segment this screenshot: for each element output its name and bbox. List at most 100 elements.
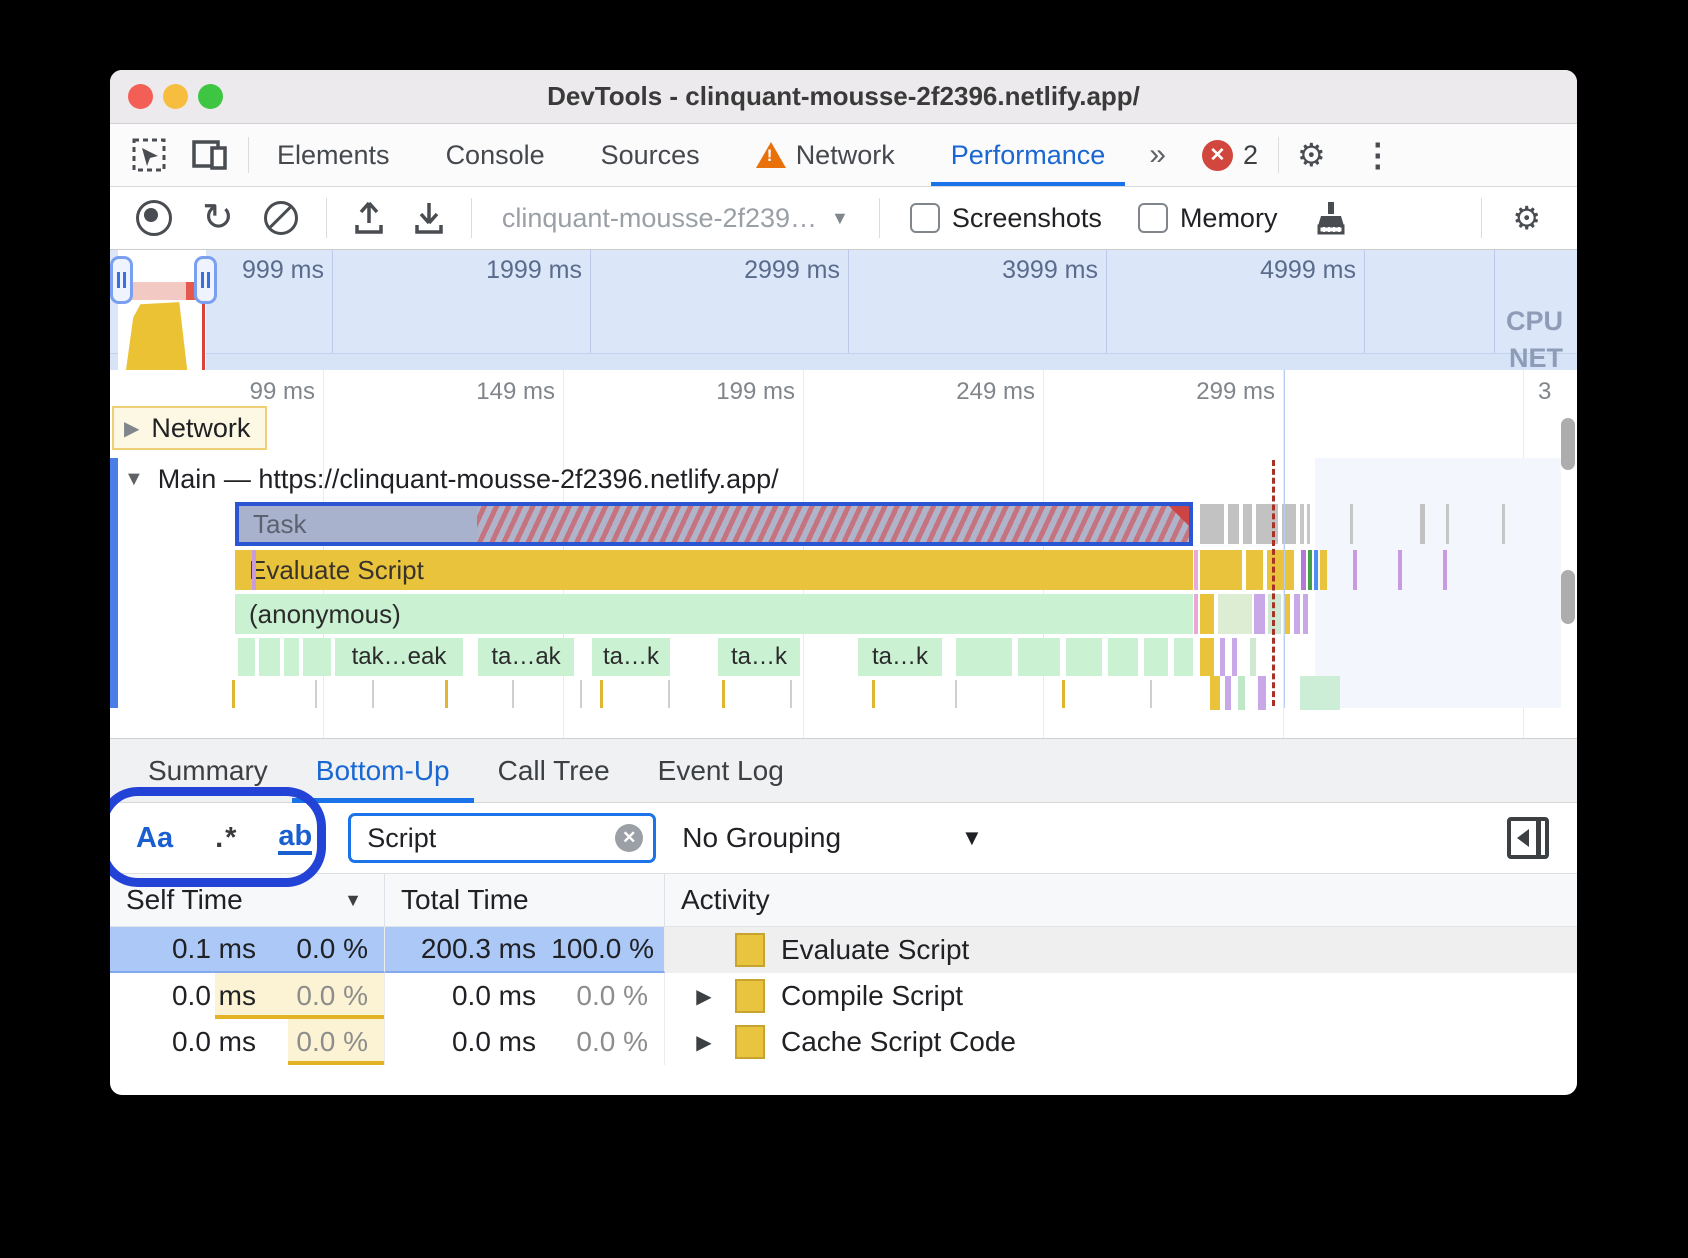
flame-segment[interactable] bbox=[1200, 550, 1242, 590]
tab-network[interactable]: Network bbox=[728, 125, 923, 186]
flame-chip[interactable] bbox=[284, 638, 299, 676]
main-track-header[interactable]: ▼ Main — https://clinquant-mousse-2f2396… bbox=[124, 464, 779, 495]
save-profile-icon[interactable] bbox=[413, 201, 445, 235]
overview-tick: 1999 ms bbox=[486, 256, 582, 284]
flame-chip[interactable] bbox=[1018, 638, 1060, 676]
selection-handle-right[interactable] bbox=[194, 256, 217, 304]
long-task-corner-icon bbox=[1169, 506, 1189, 526]
tab-call-tree[interactable]: Call Tree bbox=[474, 739, 634, 803]
flame-chip[interactable]: ta…ak bbox=[478, 638, 574, 676]
close-window-button[interactable] bbox=[128, 84, 153, 109]
scrollbar-thumb[interactable] bbox=[1561, 418, 1575, 470]
clear-recording-icon[interactable] bbox=[263, 201, 298, 235]
flame-segment[interactable] bbox=[1228, 504, 1239, 544]
minimize-window-button[interactable] bbox=[163, 84, 188, 109]
tabbar-icons bbox=[110, 137, 249, 173]
device-toolbar-icon[interactable] bbox=[192, 138, 228, 172]
flame-evaluate-script-bar[interactable]: Evaluate Script bbox=[235, 550, 1193, 590]
flame-chip[interactable]: ta…k bbox=[718, 638, 800, 676]
table-row[interactable]: 0.0 ms 0.0 % 0.0 ms 0.0 % ▶ Cache Script C… bbox=[110, 1019, 1577, 1065]
flame-segment bbox=[1303, 594, 1308, 634]
flame-chip[interactable]: ta…k bbox=[592, 638, 670, 676]
column-activity[interactable]: Activity bbox=[665, 874, 1577, 926]
annotation-highlight bbox=[110, 787, 326, 887]
performance-toolbar: ↻ clinquant-mousse-2f239… ▼ Screenshots … bbox=[110, 187, 1577, 250]
flame-chart[interactable]: 99 ms 149 ms 199 ms 249 ms 299 ms 3 ▶ Ne… bbox=[110, 370, 1577, 738]
titlebar: DevTools - clinquant-mousse-2f2396.netli… bbox=[110, 70, 1577, 124]
flame-segment bbox=[1350, 504, 1353, 544]
flame-chip[interactable] bbox=[303, 638, 331, 676]
grouping-dropdown[interactable]: No Grouping ▼ bbox=[682, 822, 983, 854]
show-sidebar-icon[interactable] bbox=[1507, 817, 1549, 859]
tick-mark bbox=[1258, 676, 1266, 710]
separator bbox=[470, 198, 472, 238]
flame-segment bbox=[1194, 594, 1198, 634]
disclosure-right-icon[interactable]: ▶ bbox=[689, 1030, 719, 1055]
flame-chip[interactable] bbox=[238, 638, 255, 676]
kebab-menu-icon[interactable]: ⋮ bbox=[1344, 139, 1412, 171]
flame-segment[interactable] bbox=[1243, 504, 1252, 544]
scrollbar-thumb[interactable] bbox=[1561, 570, 1575, 624]
flame-anonymous-bar[interactable]: (anonymous) bbox=[235, 594, 1193, 634]
flame-chip[interactable] bbox=[259, 638, 280, 676]
more-tabs-button[interactable]: » bbox=[1133, 138, 1182, 172]
flame-chip[interactable]: ta…k bbox=[858, 638, 942, 676]
flame-segment[interactable] bbox=[1200, 594, 1214, 634]
screenshots-checkbox[interactable]: Screenshots bbox=[909, 203, 1102, 234]
error-badge[interactable]: ✕ 2 bbox=[1182, 139, 1278, 171]
settings-gear-icon[interactable]: ⚙ bbox=[1279, 139, 1344, 171]
script-color-swatch bbox=[735, 979, 765, 1013]
tick-mark bbox=[1150, 680, 1152, 708]
flame-task-bar[interactable]: Task bbox=[235, 502, 1193, 546]
tick-mark bbox=[955, 680, 957, 708]
timeline-overview[interactable]: 999 ms 1999 ms 2999 ms 3999 ms 4999 ms C… bbox=[110, 250, 1577, 370]
disclosure-right-icon[interactable]: ▶ bbox=[689, 984, 719, 1009]
zoom-window-button[interactable] bbox=[198, 84, 223, 109]
capture-settings-gear-icon[interactable]: ⚙ bbox=[1494, 202, 1559, 234]
load-profile-icon[interactable] bbox=[353, 201, 385, 235]
record-button[interactable] bbox=[136, 200, 172, 236]
flame-segment bbox=[1502, 504, 1505, 544]
flame-chip[interactable] bbox=[956, 638, 1012, 676]
flame-segment[interactable] bbox=[1200, 504, 1224, 544]
history-dropdown[interactable]: clinquant-mousse-2f239… ▼ bbox=[502, 203, 849, 234]
flame-chip[interactable] bbox=[1174, 638, 1193, 676]
flame-chip[interactable] bbox=[1108, 638, 1138, 676]
separator bbox=[325, 198, 327, 238]
tick-mark bbox=[372, 680, 374, 708]
tab-performance[interactable]: Performance bbox=[923, 125, 1134, 186]
reload-record-icon[interactable]: ↻ bbox=[202, 199, 234, 237]
script-color-swatch bbox=[735, 933, 765, 967]
checkbox-icon bbox=[1137, 203, 1168, 233]
overview-tick: 2999 ms bbox=[744, 256, 840, 284]
column-total-time[interactable]: Total Time bbox=[385, 874, 665, 926]
script-color-swatch bbox=[735, 1025, 765, 1059]
table-row[interactable]: 0.1 ms0.0 % 200.3 ms100.0 % ▶ Evaluate S… bbox=[110, 927, 1577, 973]
flame-chip[interactable] bbox=[1066, 638, 1102, 676]
flame-segment[interactable] bbox=[1246, 550, 1263, 590]
inspect-element-icon[interactable] bbox=[132, 138, 166, 172]
tick-mark bbox=[445, 680, 448, 708]
tick-mark bbox=[1210, 676, 1220, 710]
flame-chip[interactable] bbox=[1144, 638, 1168, 676]
tab-elements[interactable]: Elements bbox=[249, 125, 418, 186]
clear-filter-icon[interactable]: ✕ bbox=[615, 824, 644, 852]
tab-console[interactable]: Console bbox=[418, 125, 573, 186]
tick-mark bbox=[315, 680, 317, 708]
filter-input[interactable] bbox=[365, 821, 616, 855]
tab-bottom-up[interactable]: Bottom-Up bbox=[291, 739, 474, 803]
flame-segment bbox=[1300, 504, 1304, 544]
memory-checkbox[interactable]: Memory bbox=[1137, 203, 1277, 234]
table-row[interactable]: 0.0 ms 0.0 % 0.0 ms 0.0 % ▶ Compile Script bbox=[110, 973, 1577, 1019]
garbage-collect-icon[interactable] bbox=[1313, 200, 1349, 236]
network-track-header[interactable]: ▶ Network bbox=[112, 406, 267, 450]
tab-sources[interactable]: Sources bbox=[573, 125, 728, 186]
flame-segment bbox=[1443, 550, 1447, 590]
selection-handle-left[interactable] bbox=[110, 256, 133, 304]
tick-mark bbox=[790, 680, 792, 708]
devtools-tabbar: Elements Console Sources Network Perform… bbox=[110, 124, 1577, 187]
flame-segment bbox=[1200, 638, 1214, 676]
flame-segment bbox=[1353, 550, 1357, 590]
flame-chip[interactable]: tak…eak bbox=[335, 638, 463, 676]
tab-event-log[interactable]: Event Log bbox=[634, 739, 808, 803]
